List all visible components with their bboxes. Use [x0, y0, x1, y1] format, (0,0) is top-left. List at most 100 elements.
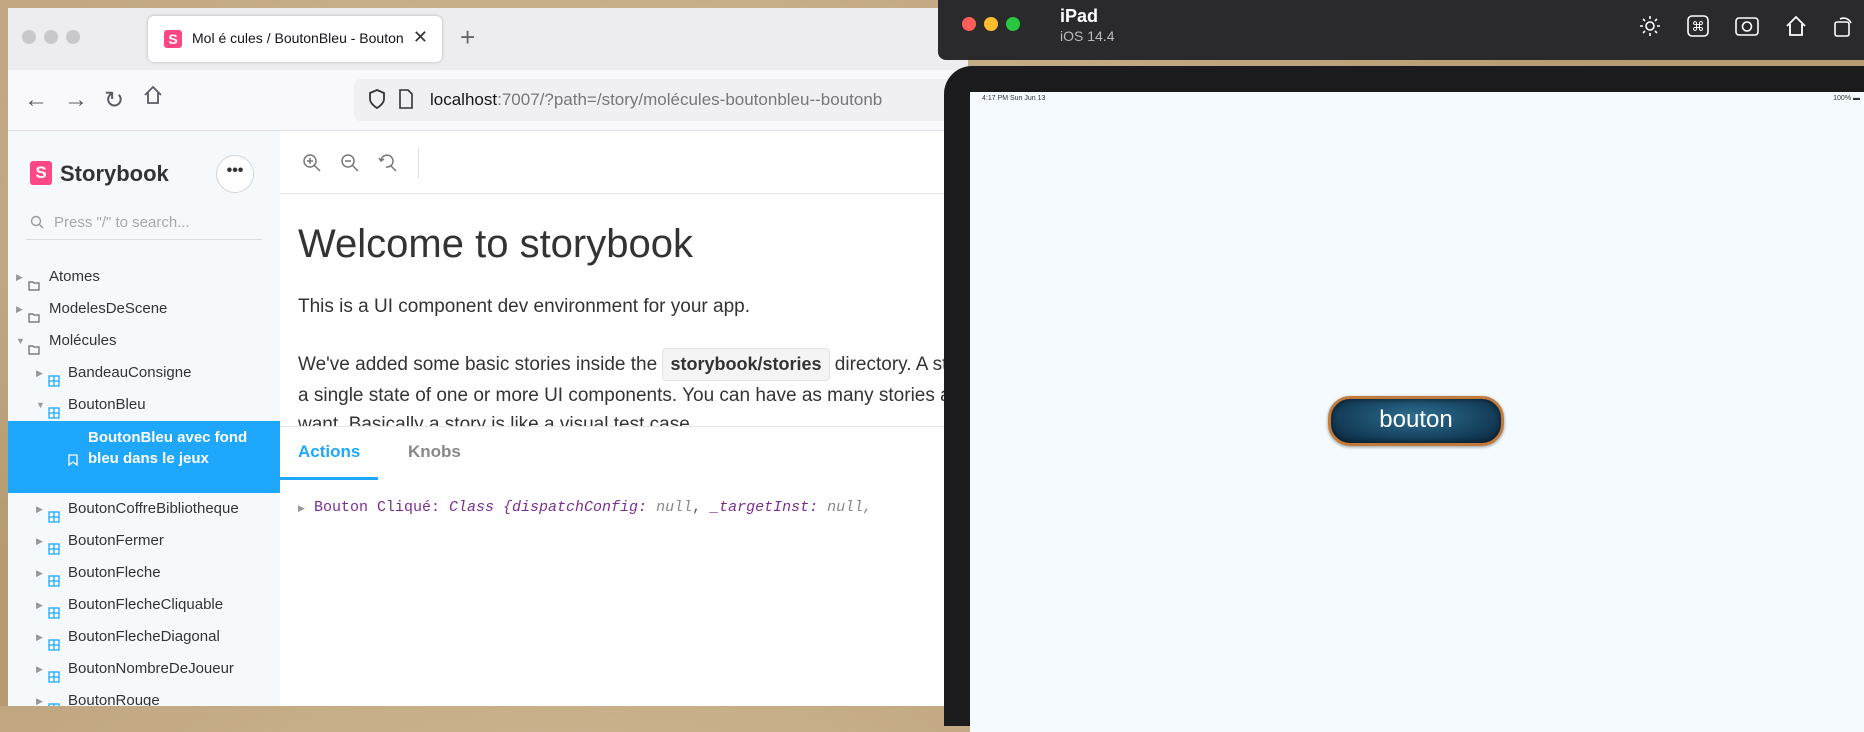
- caret-right-icon: ▶: [36, 664, 43, 674]
- page-icon: [398, 89, 414, 114]
- search-input[interactable]: [52, 213, 256, 232]
- sidebar-item-label: Molécules: [49, 332, 117, 349]
- new-tab-icon[interactable]: +: [460, 22, 475, 53]
- caret-right-icon: ▶: [16, 304, 23, 314]
- zoom-reset-icon[interactable]: [378, 153, 398, 178]
- ipad-device-frame: 4:17 PM Sun Jun 13 100% ▬ bouton: [944, 66, 1864, 732]
- window-minimize-button[interactable]: [44, 30, 58, 44]
- log-key: _targetInst:: [710, 499, 819, 516]
- sidebar-item-label: Atomes: [49, 268, 100, 285]
- tab-title: Mol é cules / BoutonBleu - Bouton: [192, 30, 404, 46]
- sidebar-item-bandeauconsigne[interactable]: ▶ BandeauConsigne: [8, 357, 280, 389]
- sidebar-menu-button[interactable]: •••: [216, 155, 254, 193]
- log-value: null,: [827, 499, 873, 516]
- preview-toolbar: [280, 131, 968, 194]
- home-icon[interactable]: [142, 84, 164, 113]
- battery-percent: 100%: [1833, 95, 1852, 102]
- caret-right-icon: ▶: [36, 504, 43, 514]
- caret-right-icon: ▶: [36, 696, 43, 706]
- close-tab-icon[interactable]: ✕: [413, 27, 428, 48]
- sidebar-item-atomes[interactable]: ▶ Atomes: [8, 261, 280, 293]
- sidebar-item-label: BoutonBleu avec fond bleu dans le jeux: [88, 429, 248, 467]
- zoom-in-icon[interactable]: [302, 153, 322, 178]
- back-icon[interactable]: ←: [24, 86, 48, 114]
- log-key: dispatchConfig:: [512, 499, 648, 516]
- sidebar-item-label: BoutonCoffreBibliotheque: [68, 500, 239, 517]
- search-icon: [30, 215, 44, 234]
- log-action-name: Bouton Cliqué:: [313, 499, 440, 516]
- sidebar-item-boutonbleu[interactable]: ▼ BoutonBleu: [8, 389, 280, 421]
- address-bar[interactable]: localhost:7007/?path=/story/molécules-bo…: [354, 79, 968, 121]
- stories-paragraph: We've added some basic stories inside th…: [298, 348, 968, 426]
- sim-close-button[interactable]: [962, 17, 976, 31]
- sidebar-item-boutonbleu-story[interactable]: BoutonBleu avec fond bleu dans le jeux: [8, 421, 280, 493]
- sidebar-item-boutonnombredejoueur[interactable]: ▶ BoutonNombreDeJoueur: [8, 653, 280, 685]
- addons-panel: Actions Knobs ▶ Bouton Cliqué: Class {di…: [280, 426, 968, 706]
- command-key-icon[interactable]: ⌘: [1686, 14, 1710, 43]
- sim-zoom-button[interactable]: [1006, 17, 1020, 31]
- rotate-icon[interactable]: [1832, 14, 1854, 43]
- caret-right-icon: ▶: [16, 272, 23, 282]
- sidebar-item-boutonflechecliquable[interactable]: ▶ BoutonFlecheCliquable: [8, 589, 280, 621]
- sidebar-item-boutonrouge[interactable]: ▶ BoutonRouge: [8, 685, 280, 706]
- tab-bar: S Mol é cules / BoutonBleu - Bouton ✕ +: [8, 8, 968, 70]
- forward-icon[interactable]: →: [64, 86, 88, 114]
- url-host: localhost: [430, 90, 498, 109]
- screenshot-icon[interactable]: [1734, 14, 1760, 43]
- sidebar-item-molecules[interactable]: ▼ Molécules: [8, 325, 280, 357]
- storybook-sidebar: S Storybook ••• ▶ Atomes ▶ ModelesDeScen…: [8, 131, 280, 706]
- storybook-favicon-icon: S: [164, 30, 182, 48]
- window-zoom-button[interactable]: [66, 30, 80, 44]
- tab-knobs[interactable]: Knobs: [398, 427, 471, 477]
- log-value: null: [656, 499, 693, 516]
- simulator-device-name: iPad: [1060, 6, 1099, 26]
- url-text: localhost:7007/?path=/story/molécules-bo…: [430, 90, 882, 110]
- window-close-button[interactable]: [22, 30, 36, 44]
- log-brace: {: [503, 499, 513, 516]
- expand-caret-icon[interactable]: ▶: [298, 504, 305, 514]
- story-preview: Welcome to storybook This is a UI compon…: [280, 194, 968, 426]
- sidebar-item-label: BoutonFleche: [68, 564, 161, 581]
- caret-right-icon: ▶: [36, 600, 43, 610]
- browser-window: S Mol é cules / BoutonBleu - Bouton ✕ + …: [8, 8, 968, 706]
- sidebar-item-label: BoutonFermer: [68, 532, 164, 549]
- caret-down-icon: ▼: [36, 400, 45, 410]
- sidebar-item-label: BoutonFlecheCliquable: [68, 596, 224, 613]
- search-box[interactable]: [26, 211, 262, 240]
- reload-icon[interactable]: ↻: [104, 86, 124, 115]
- sidebar-item-label: ModelesDeScene: [49, 300, 168, 317]
- simulator-title-bar: iPad iOS 14.4 ⌘: [938, 0, 1864, 60]
- zoom-out-icon[interactable]: [340, 153, 360, 178]
- ipad-screen[interactable]: 4:17 PM Sun Jun 13 100% ▬ bouton: [970, 92, 1864, 732]
- battery-icon: ▬: [1853, 95, 1860, 102]
- caret-down-icon: ▼: [16, 336, 25, 346]
- sidebar-item-boutoncoffrebibliotheque[interactable]: ▶ BoutonCoffreBibliotheque: [8, 493, 280, 525]
- blue-button[interactable]: bouton: [1328, 396, 1504, 446]
- sidebar-item-label: BandeauConsigne: [68, 364, 192, 381]
- bookmark-icon: [68, 451, 78, 472]
- caret-right-icon: ▶: [36, 568, 43, 578]
- sidebar-item-boutonfleche[interactable]: ▶ BoutonFleche: [8, 557, 280, 589]
- caret-right-icon: ▶: [36, 368, 43, 378]
- toolbar-divider: [418, 147, 419, 179]
- log-class: Class: [448, 499, 494, 516]
- sidebar-item-label: BoutonNombreDeJoueur: [68, 660, 234, 677]
- caret-right-icon: ▶: [36, 632, 43, 642]
- storybook-logo-text: Storybook: [60, 161, 169, 186]
- sidebar-item-modelesdescene[interactable]: ▶ ModelesDeScene: [8, 293, 280, 325]
- sidebar-item-boutonfermer[interactable]: ▶ BoutonFermer: [8, 525, 280, 557]
- browser-tab[interactable]: S Mol é cules / BoutonBleu - Bouton ✕: [148, 16, 442, 62]
- brightness-icon[interactable]: [1638, 14, 1662, 43]
- tab-actions[interactable]: Actions: [280, 427, 379, 480]
- sidebar-item-label: BoutonFlecheDiagonal: [68, 628, 220, 645]
- sim-minimize-button[interactable]: [984, 17, 998, 31]
- intro-paragraph: This is a UI component dev environment f…: [298, 296, 751, 317]
- sidebar-item-boutonflechediagonal[interactable]: ▶ BoutonFlecheDiagonal: [8, 621, 280, 653]
- navigation-bar: ← → ↻ localhost:7007/?path=/story/molécu…: [8, 70, 968, 131]
- home-icon[interactable]: [1784, 14, 1808, 43]
- action-log-entry[interactable]: ▶ Bouton Cliqué: Class {dispatchConfig: …: [298, 499, 872, 516]
- code-snippet: storybook/stories: [662, 348, 830, 381]
- simulator-os-version: iOS 14.4: [1060, 28, 1115, 44]
- shield-icon[interactable]: [368, 89, 386, 114]
- story-tree: ▶ Atomes ▶ ModelesDeScene ▼ Molécules ▶ …: [8, 261, 280, 706]
